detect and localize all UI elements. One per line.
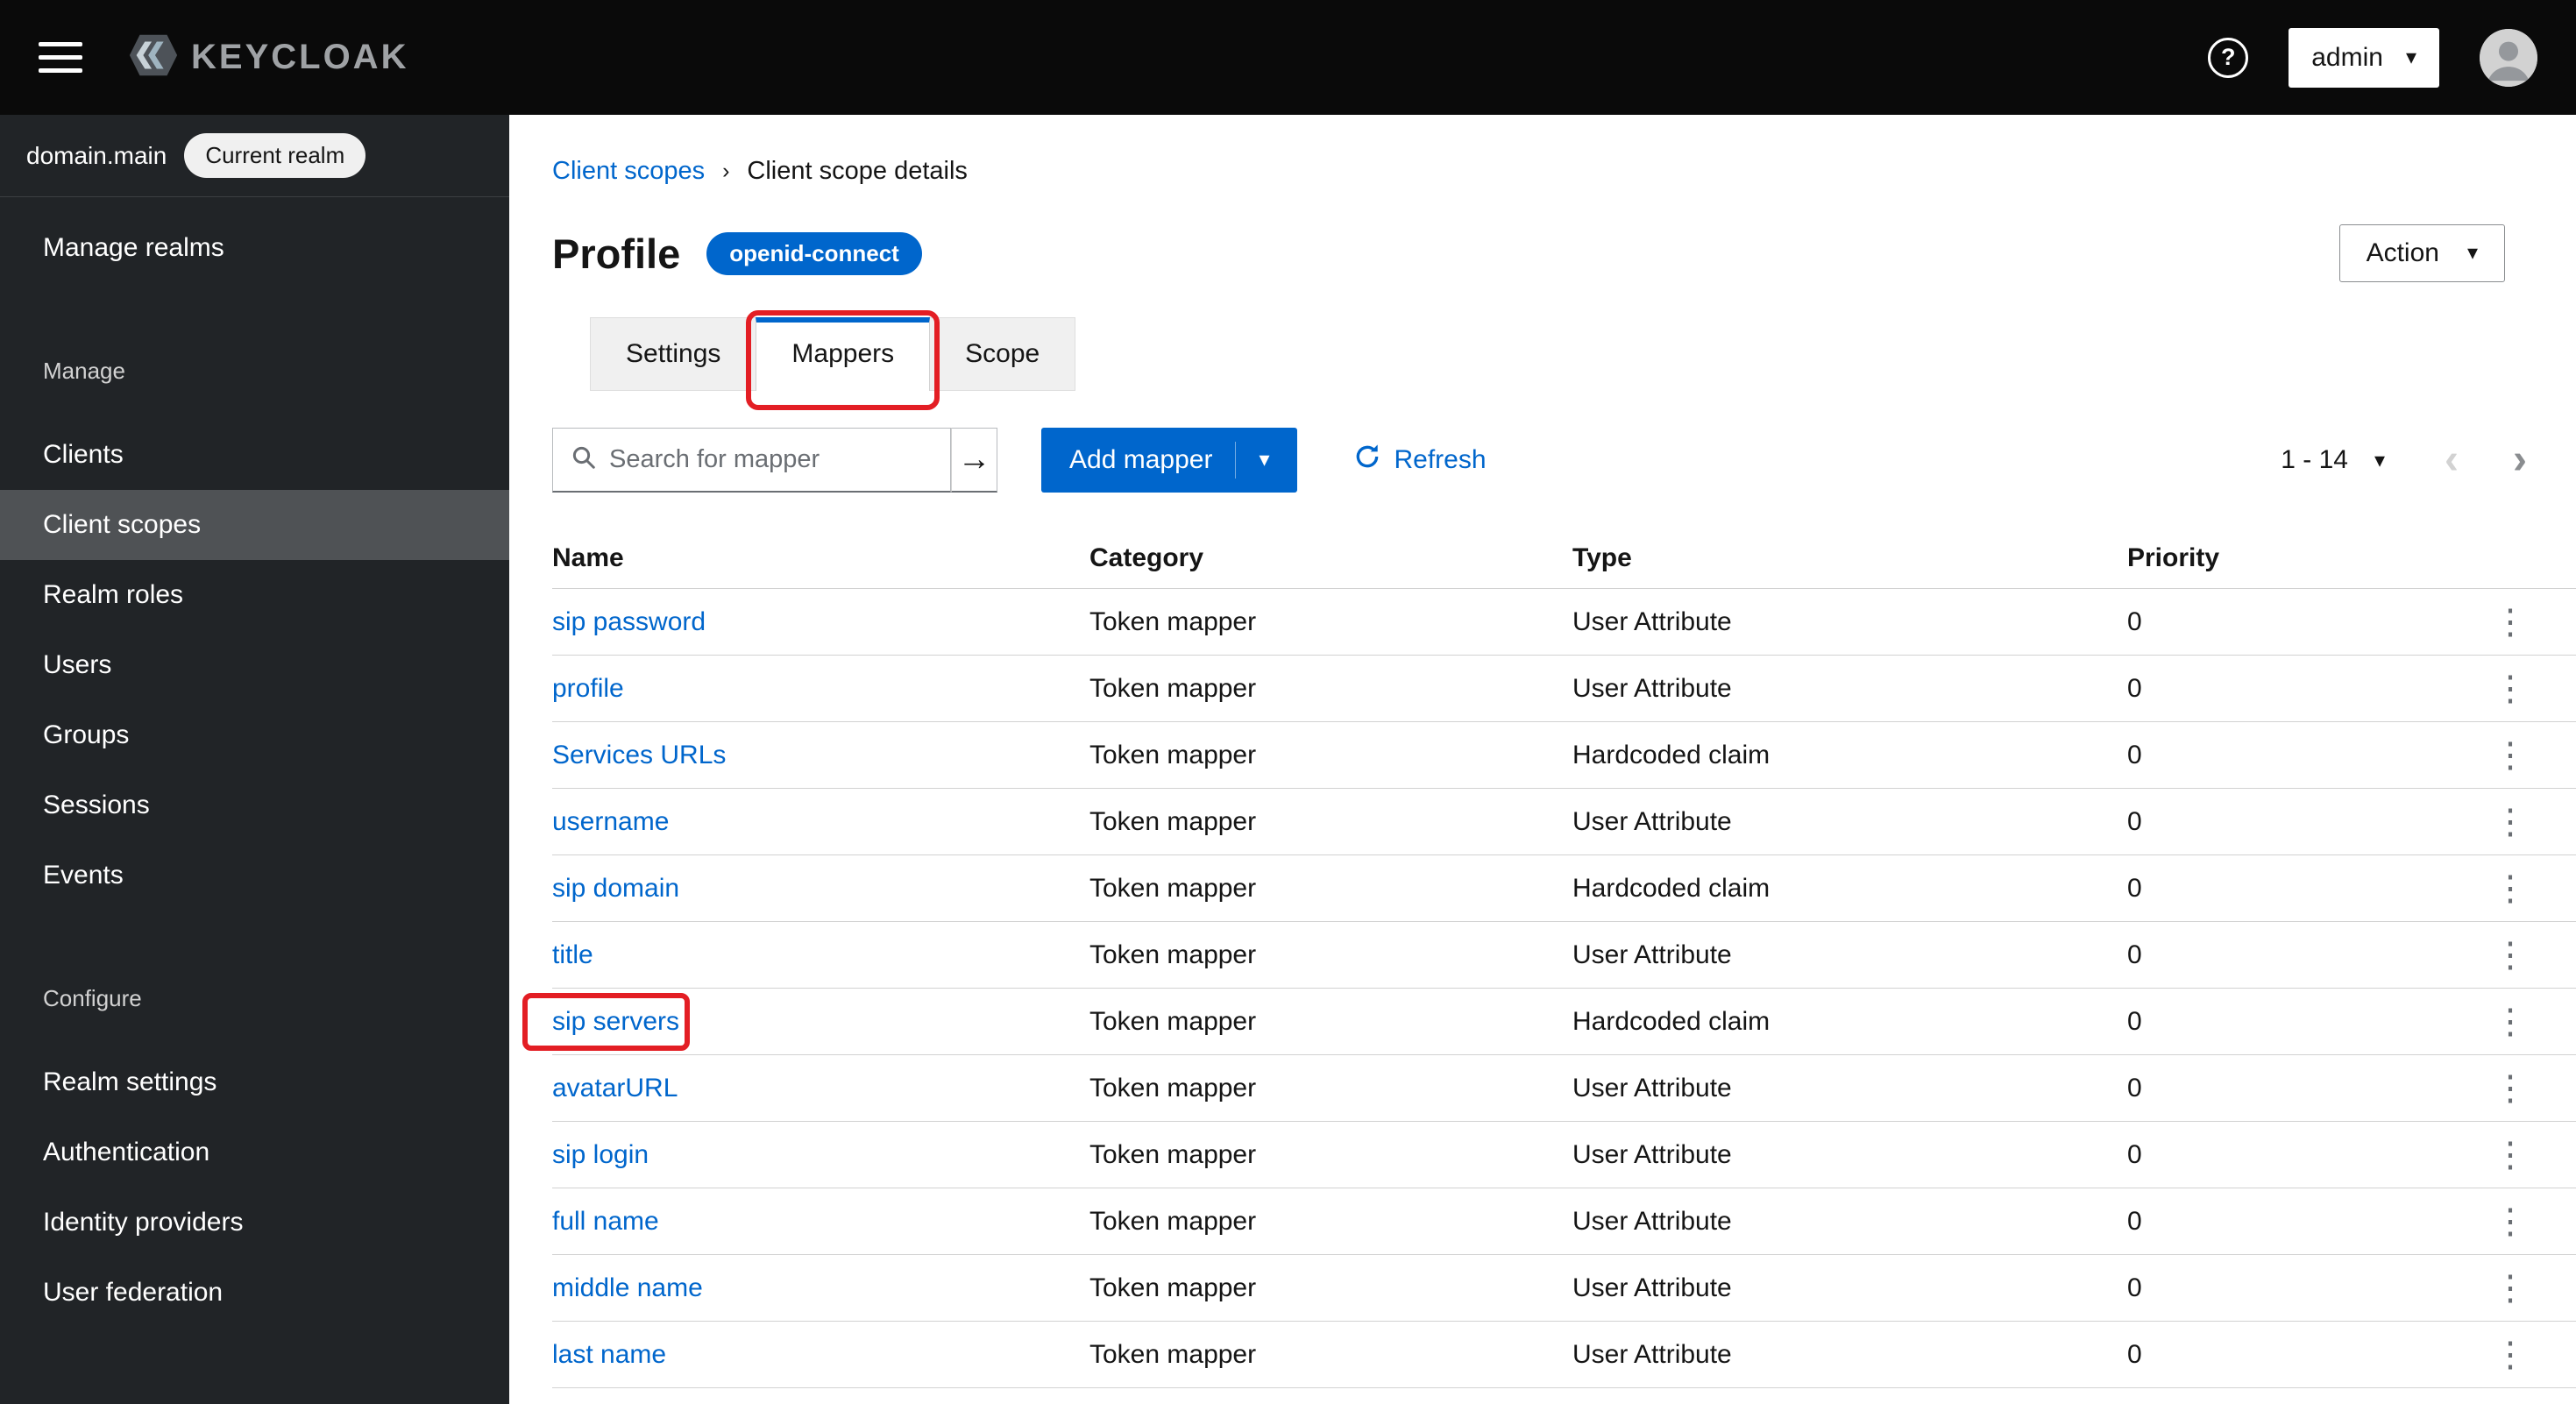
breadcrumb-current: Client scope details bbox=[747, 157, 967, 186]
table-row: Services URLs Token mapper Hardcoded cla… bbox=[552, 722, 2576, 789]
table-row: last name Token mapper User Attribute 0 … bbox=[552, 1322, 2576, 1388]
arrow-right-icon: → bbox=[958, 441, 991, 479]
user-menu-dropdown[interactable]: admin ▾ bbox=[2289, 28, 2439, 88]
tab-scope[interactable]: Scope bbox=[929, 317, 1075, 391]
table-row: sip domain Token mapper Hardcoded claim … bbox=[552, 855, 2576, 922]
table-header: Name Category Type Priority bbox=[552, 528, 2576, 589]
breadcrumb-client-scopes-link[interactable]: Client scopes bbox=[552, 157, 705, 186]
sidebar-item-realm-settings[interactable]: Realm settings bbox=[0, 1047, 509, 1117]
sidebar-group-manage: Manage bbox=[0, 357, 509, 385]
sidebar-item-groups[interactable]: Groups bbox=[0, 700, 509, 770]
kebab-menu-icon[interactable]: ⋮ bbox=[2445, 871, 2576, 906]
table-row: full name Token mapper User Attribute 0 … bbox=[552, 1188, 2576, 1255]
table-row: sip login Token mapper User Attribute 0 … bbox=[552, 1122, 2576, 1188]
column-header-type: Type bbox=[1572, 543, 2127, 573]
mapper-link[interactable]: full name bbox=[552, 1207, 659, 1236]
tab-bar: Settings Mappers Scope bbox=[590, 317, 2576, 391]
column-header-priority: Priority bbox=[2127, 543, 2445, 573]
mapper-link[interactable]: sip password bbox=[552, 607, 706, 636]
search-input[interactable] bbox=[609, 445, 940, 474]
protocol-badge: openid-connect bbox=[706, 232, 922, 275]
kebab-menu-icon[interactable]: ⋮ bbox=[2445, 605, 2576, 640]
mappers-table: Name Category Type Priority sip password… bbox=[552, 528, 2576, 1388]
sidebar-item-authentication[interactable]: Authentication bbox=[0, 1117, 509, 1188]
table-row: profile Token mapper User Attribute 0 ⋮ bbox=[552, 656, 2576, 722]
mapper-link-sip-servers[interactable]: sip servers bbox=[552, 1007, 679, 1036]
sidebar-item-realm-roles[interactable]: Realm roles bbox=[0, 560, 509, 630]
button-divider bbox=[1235, 442, 1236, 479]
breadcrumb-separator-icon: › bbox=[722, 159, 729, 184]
pagination-range: 1 - 14 bbox=[2281, 445, 2348, 475]
keycloak-logo-icon bbox=[126, 28, 181, 87]
sidebar-item-user-federation[interactable]: User federation bbox=[0, 1258, 509, 1328]
refresh-icon bbox=[1353, 443, 1381, 478]
kebab-menu-icon[interactable]: ⋮ bbox=[2445, 738, 2576, 773]
keycloak-logo: KEYCLOAK bbox=[126, 28, 408, 87]
refresh-button[interactable]: Refresh bbox=[1353, 443, 1486, 478]
table-row: avatarURL Token mapper User Attribute 0 … bbox=[552, 1055, 2576, 1122]
table-row: username Token mapper User Attribute 0 ⋮ bbox=[552, 789, 2576, 855]
table-toolbar: → Add mapper ▾ Refresh 1 - 14 ▾ bbox=[552, 428, 2527, 493]
kebab-menu-icon[interactable]: ⋮ bbox=[2445, 1138, 2576, 1173]
brand-text: KEYCLOAK bbox=[191, 38, 408, 77]
kebab-menu-icon[interactable]: ⋮ bbox=[2445, 1204, 2576, 1239]
search-icon bbox=[571, 444, 597, 475]
kebab-menu-icon[interactable]: ⋮ bbox=[2445, 1071, 2576, 1106]
help-icon[interactable]: ? bbox=[2208, 38, 2248, 78]
table-row: title Token mapper User Attribute 0 ⋮ bbox=[552, 922, 2576, 989]
sidebar-item-events[interactable]: Events bbox=[0, 840, 509, 911]
pagination: 1 - 14 ▾ ‹ › bbox=[2281, 439, 2527, 481]
sidebar-item-users[interactable]: Users bbox=[0, 630, 509, 700]
breadcrumb: Client scopes › Client scope details bbox=[552, 157, 2576, 186]
kebab-menu-icon[interactable]: ⋮ bbox=[2445, 1271, 2576, 1306]
sidebar-item-sessions[interactable]: Sessions bbox=[0, 770, 509, 840]
search-submit-button[interactable]: → bbox=[951, 428, 997, 493]
mapper-link[interactable]: sip domain bbox=[552, 874, 679, 903]
chevron-down-icon: ▾ bbox=[1259, 450, 1269, 471]
chevron-down-icon: ▾ bbox=[2467, 243, 2478, 264]
kebab-menu-icon[interactable]: ⋮ bbox=[2445, 1004, 2576, 1039]
sidebar-item-clients[interactable]: Clients bbox=[0, 420, 509, 490]
kebab-menu-icon[interactable]: ⋮ bbox=[2445, 671, 2576, 706]
pagination-prev-icon[interactable]: ‹ bbox=[2445, 439, 2459, 481]
tab-settings[interactable]: Settings bbox=[590, 317, 756, 391]
mapper-link[interactable]: username bbox=[552, 807, 669, 836]
current-realm-badge: Current realm bbox=[184, 133, 365, 178]
table-row-sip-servers: sip servers Token mapper Hardcoded claim… bbox=[552, 989, 2576, 1055]
realm-name: domain.main bbox=[26, 142, 167, 170]
mapper-link[interactable]: Services URLs bbox=[552, 741, 726, 769]
realm-selector[interactable]: domain.main Current realm bbox=[0, 115, 509, 197]
add-mapper-button[interactable]: Add mapper ▾ bbox=[1041, 428, 1297, 493]
column-header-category: Category bbox=[1089, 543, 1572, 573]
table-row: middle name Token mapper User Attribute … bbox=[552, 1255, 2576, 1322]
user-menu-label: admin bbox=[2311, 43, 2383, 73]
kebab-menu-icon[interactable]: ⋮ bbox=[2445, 938, 2576, 973]
sidebar-group-configure: Configure bbox=[0, 984, 509, 1012]
main-content: Client scopes › Client scope details Pro… bbox=[509, 115, 2576, 1404]
sidebar-item-manage-realms[interactable]: Manage realms bbox=[0, 213, 509, 283]
column-header-name: Name bbox=[552, 543, 1089, 573]
page-title: Profile bbox=[552, 230, 680, 278]
masthead: KEYCLOAK ? admin ▾ bbox=[0, 0, 2576, 115]
kebab-menu-icon[interactable]: ⋮ bbox=[2445, 1337, 2576, 1372]
sidebar: domain.main Current realm Manage realms … bbox=[0, 115, 509, 1404]
pagination-dropdown-icon[interactable]: ▾ bbox=[2374, 448, 2385, 473]
mapper-link[interactable]: title bbox=[552, 940, 593, 969]
sidebar-item-identity-providers[interactable]: Identity providers bbox=[0, 1188, 509, 1258]
kebab-menu-icon[interactable]: ⋮ bbox=[2445, 805, 2576, 840]
mapper-link[interactable]: avatarURL bbox=[552, 1074, 678, 1103]
avatar[interactable] bbox=[2480, 29, 2537, 87]
table-row: sip password Token mapper User Attribute… bbox=[552, 589, 2576, 656]
tab-mappers[interactable]: Mappers bbox=[756, 317, 930, 391]
search-box bbox=[552, 428, 951, 493]
mapper-link[interactable]: middle name bbox=[552, 1273, 703, 1302]
chevron-down-icon: ▾ bbox=[2406, 47, 2416, 68]
mapper-link[interactable]: profile bbox=[552, 674, 624, 703]
hamburger-menu-icon[interactable] bbox=[39, 42, 82, 73]
mapper-link[interactable]: last name bbox=[552, 1340, 666, 1369]
mapper-link[interactable]: sip login bbox=[552, 1140, 649, 1169]
sidebar-item-client-scopes[interactable]: Client scopes bbox=[0, 490, 509, 560]
pagination-next-icon[interactable]: › bbox=[2513, 439, 2527, 481]
action-dropdown-button[interactable]: Action ▾ bbox=[2339, 224, 2505, 282]
